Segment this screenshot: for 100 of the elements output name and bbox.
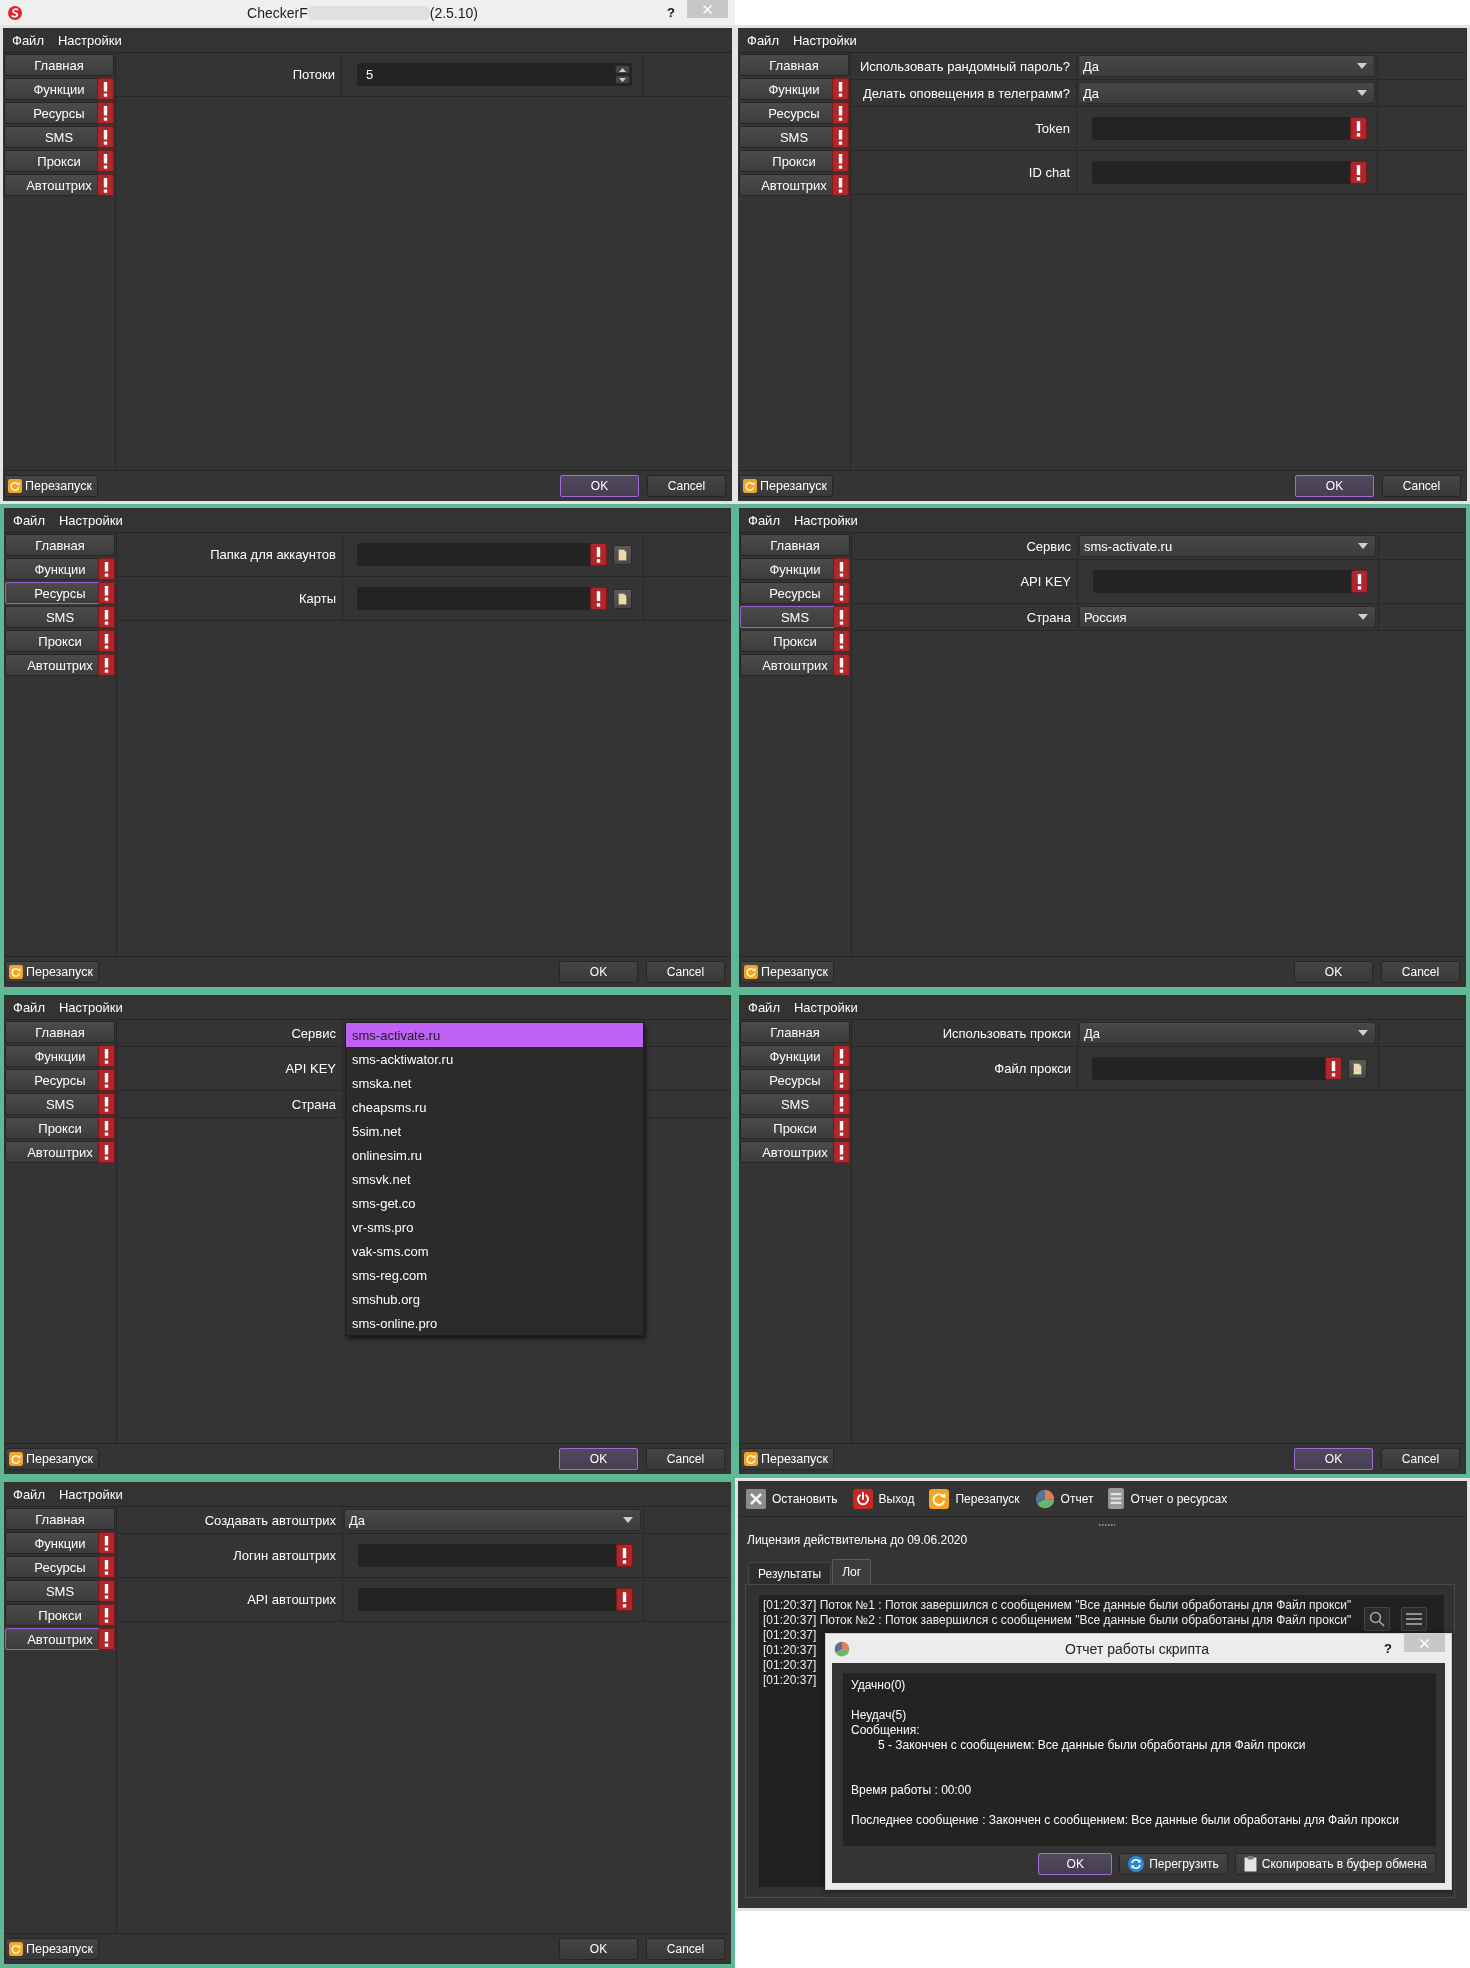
input-field[interactable] — [358, 1544, 633, 1567]
sidebar-button[interactable]: Функции — [739, 78, 849, 100]
sidebar-button[interactable]: Прокси — [4, 150, 114, 172]
toolbar-button[interactable]: Отчет — [1034, 1488, 1094, 1509]
sidebar-button[interactable]: Ресурсы — [5, 1556, 115, 1578]
restart-button[interactable]: Перезапуск — [740, 1448, 834, 1470]
sidebar-button[interactable]: Ресурсы — [4, 102, 114, 124]
reload-button[interactable]: Перегрузить — [1119, 1853, 1228, 1875]
input-field[interactable] — [357, 543, 607, 566]
sidebar-button[interactable]: Ресурсы — [740, 1069, 850, 1091]
ok-button[interactable]: OK — [1294, 1448, 1373, 1470]
sidebar-button[interactable]: SMS — [739, 126, 849, 148]
ok-button[interactable]: OK — [560, 475, 639, 497]
tab[interactable]: Лог — [832, 1559, 872, 1584]
help-button[interactable]: ? — [667, 5, 675, 20]
input-field[interactable] — [357, 587, 607, 610]
spin-up-button[interactable] — [615, 65, 630, 74]
cancel-button[interactable]: Cancel — [646, 961, 725, 983]
sidebar-button[interactable]: Главная — [5, 1021, 115, 1043]
dropdown-option[interactable]: sms-activate.ru — [346, 1023, 643, 1047]
restart-button[interactable]: Перезапуск — [739, 475, 833, 497]
sidebar-button[interactable]: Ресурсы — [5, 1069, 115, 1091]
menu-item[interactable]: Файл — [8, 510, 50, 530]
sidebar-button[interactable]: Прокси — [740, 1117, 850, 1139]
restart-button[interactable]: Перезапуск — [5, 1448, 99, 1470]
sidebar-button[interactable]: Прокси — [5, 630, 115, 652]
ok-button[interactable]: OK — [559, 1448, 638, 1470]
dropdown-select[interactable]: Россия — [1079, 606, 1376, 628]
input-field[interactable] — [1092, 117, 1367, 140]
menu-item[interactable]: Файл — [8, 1484, 50, 1504]
sidebar-button[interactable]: Функции — [5, 1045, 115, 1067]
restart-button[interactable]: Перезапуск — [5, 1938, 99, 1960]
sidebar-button[interactable]: SMS — [5, 1580, 115, 1602]
sidebar-button[interactable]: Прокси — [5, 1604, 115, 1626]
sidebar-button[interactable]: SMS — [5, 606, 115, 628]
menu-item[interactable]: Настройки — [53, 1484, 128, 1504]
sidebar-button[interactable]: Автоштрих — [740, 1141, 850, 1163]
ok-button[interactable]: OK — [559, 1938, 638, 1960]
sidebar-button[interactable]: Автоштрих — [4, 174, 114, 196]
dropdown-option[interactable]: sms-get.co — [346, 1191, 643, 1215]
menu-item[interactable]: Файл — [743, 510, 785, 530]
sidebar-button[interactable]: Функции — [5, 558, 115, 580]
help-button[interactable]: ? — [1384, 1641, 1392, 1656]
sidebar-button[interactable]: SMS — [740, 606, 850, 628]
restart-button[interactable]: Перезапуск — [4, 475, 98, 497]
close-button[interactable] — [687, 0, 728, 18]
cancel-button[interactable]: Cancel — [1382, 475, 1461, 497]
dropdown-select[interactable]: Да — [344, 1509, 641, 1531]
sidebar-button[interactable]: Главная — [4, 54, 114, 76]
sidebar-button[interactable]: Ресурсы — [739, 102, 849, 124]
sidebar-button[interactable]: SMS — [5, 1093, 115, 1115]
dropdown-option[interactable]: sms-online.pro — [346, 1311, 643, 1335]
dropdown-option[interactable]: vr-sms.pro — [346, 1215, 643, 1239]
ok-button[interactable]: OK — [559, 961, 638, 983]
input-field[interactable] — [1093, 570, 1368, 593]
file-button[interactable] — [613, 588, 632, 609]
toolbar-button[interactable]: Выход — [852, 1488, 915, 1509]
sidebar-button[interactable]: Прокси — [740, 630, 850, 652]
dropdown-select[interactable]: Да — [1078, 55, 1375, 77]
sidebar-button[interactable]: Главная — [5, 1508, 115, 1530]
dropdown-option[interactable]: sms-reg.com — [346, 1263, 643, 1287]
dropdown-option[interactable]: vak-sms.com — [346, 1239, 643, 1263]
menu-item[interactable]: Файл — [8, 997, 50, 1017]
dropdown-option[interactable]: cheapsms.ru — [346, 1095, 643, 1119]
sidebar-button[interactable]: SMS — [740, 1093, 850, 1115]
menu-item[interactable]: Файл — [743, 997, 785, 1017]
menu-item[interactable]: Файл — [742, 30, 784, 50]
toolbar-button[interactable]: Отчет о ресурсах — [1108, 1488, 1228, 1509]
menu-item[interactable]: Настройки — [787, 30, 862, 50]
sidebar-button[interactable]: Главная — [739, 54, 849, 76]
sidebar-button[interactable]: Автоштрих — [739, 174, 849, 196]
spin-field[interactable]: 5 — [357, 63, 632, 86]
input-field[interactable] — [358, 1588, 633, 1611]
ok-button[interactable]: OK — [1038, 1853, 1113, 1875]
cancel-button[interactable]: Cancel — [1381, 1448, 1460, 1470]
cancel-button[interactable]: Cancel — [647, 475, 726, 497]
menu-item[interactable]: Настройки — [53, 510, 128, 530]
menu-item[interactable]: Настройки — [788, 997, 863, 1017]
dropdown-option[interactable]: sms-acktiwator.ru — [346, 1047, 643, 1071]
tab[interactable]: Результаты — [748, 1562, 832, 1584]
cancel-button[interactable]: Cancel — [646, 1448, 725, 1470]
sidebar-button[interactable]: Функции — [5, 1532, 115, 1554]
sidebar-button[interactable]: Главная — [740, 534, 850, 556]
file-button[interactable] — [613, 544, 632, 565]
dropdown-option[interactable]: smska.net — [346, 1071, 643, 1095]
sidebar-button[interactable]: Прокси — [739, 150, 849, 172]
sidebar-button[interactable]: Ресурсы — [740, 582, 850, 604]
sidebar-button[interactable]: Функции — [740, 1045, 850, 1067]
sidebar-button[interactable]: Главная — [5, 534, 115, 556]
sidebar-button[interactable]: Автоштрих — [5, 1141, 115, 1163]
dropdown-select[interactable]: Да — [1078, 82, 1375, 104]
menu-item[interactable]: Настройки — [53, 997, 128, 1017]
sidebar-button[interactable]: Главная — [740, 1021, 850, 1043]
sidebar-button[interactable]: SMS — [4, 126, 114, 148]
restart-button[interactable]: Перезапуск — [740, 961, 834, 983]
sidebar-button[interactable]: Функции — [740, 558, 850, 580]
menu-button[interactable] — [1401, 1607, 1427, 1631]
dropdown-select[interactable]: sms-activate.ru — [1079, 535, 1376, 557]
dropdown-select[interactable]: Да — [1079, 1022, 1376, 1044]
sidebar-button[interactable]: Автоштрих — [740, 654, 850, 676]
